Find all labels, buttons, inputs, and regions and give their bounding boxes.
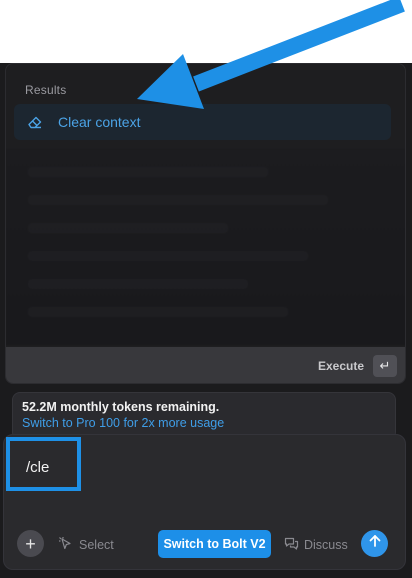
cursor-select-icon — [58, 536, 73, 554]
arrow-up-icon — [368, 534, 382, 553]
send-button[interactable] — [361, 530, 388, 557]
execute-label[interactable]: Execute — [318, 359, 364, 373]
token-usage-card: 52.2M monthly tokens remaining. Switch t… — [12, 392, 396, 440]
discuss-button[interactable]: Discuss — [284, 536, 348, 554]
palette-footer: Execute ↵ — [6, 347, 405, 383]
chat-bubbles-icon — [284, 536, 299, 554]
select-button[interactable]: Select — [58, 536, 114, 554]
discuss-label: Discuss — [304, 538, 348, 552]
select-label: Select — [79, 538, 114, 552]
result-item-label: Clear context — [58, 114, 141, 130]
results-heading: Results — [25, 83, 67, 97]
switch-to-bolt-v2-button[interactable]: Switch to Bolt V2 — [158, 530, 271, 558]
input-highlight-annotation — [6, 437, 81, 491]
enter-key-icon[interactable]: ↵ — [373, 355, 397, 377]
add-button[interactable]: + — [17, 530, 44, 557]
chat-toolbar: + Select Switch to Bolt V2 Discuss — [0, 528, 412, 560]
top-white-area — [0, 0, 412, 63]
eraser-icon — [26, 113, 44, 131]
command-palette: Results Clear context Execute ↵ — [5, 63, 406, 384]
upgrade-link[interactable]: Switch to Pro 100 for 2x more usage — [22, 416, 224, 430]
result-item-clear-context[interactable]: Clear context — [14, 104, 391, 140]
tokens-remaining-text: 52.2M monthly tokens remaining. — [22, 400, 220, 414]
blurred-results-area — [6, 149, 405, 345]
